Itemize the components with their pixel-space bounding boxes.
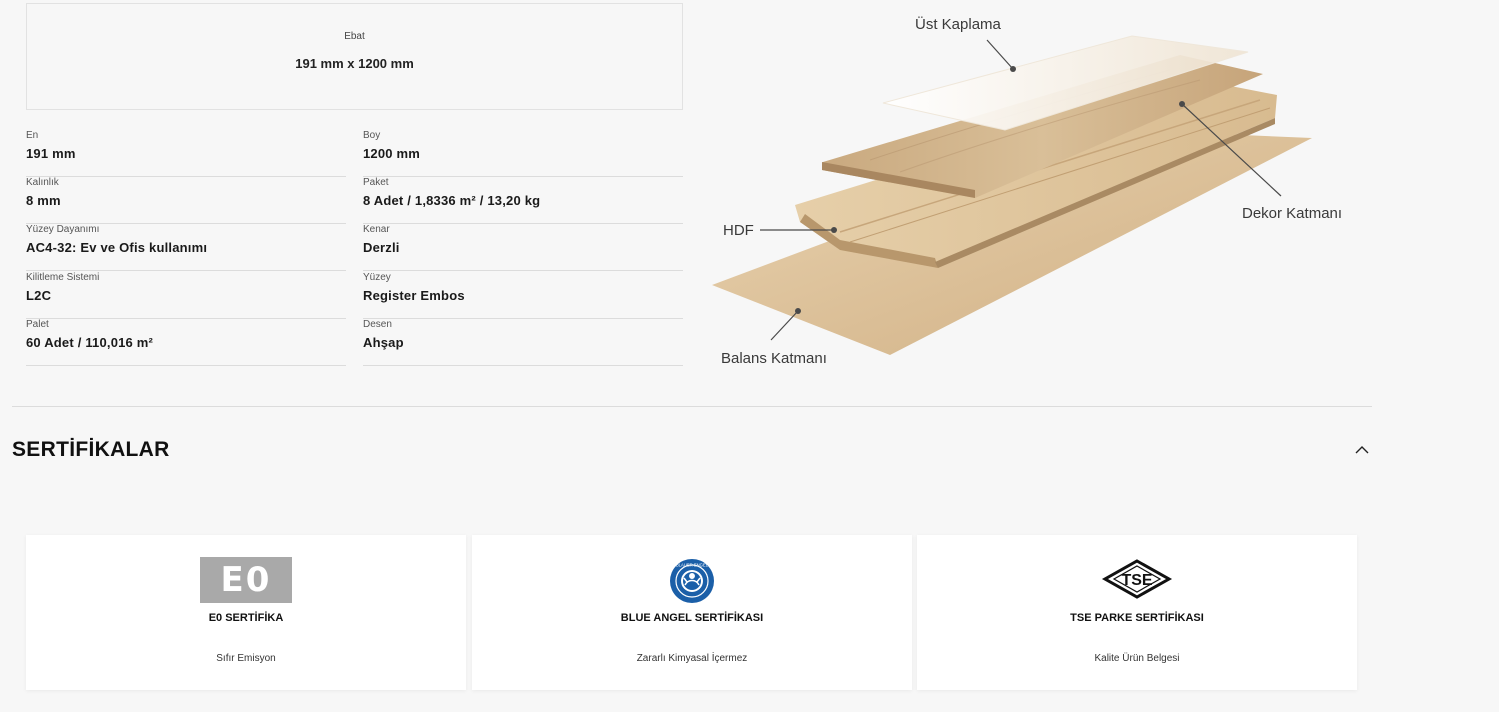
- spec-label: Kenar: [363, 224, 390, 235]
- chevron-up-icon[interactable]: [1354, 442, 1370, 458]
- spec-value: 8 Adet / 1,8336 m² / 13,20 kg: [363, 193, 541, 208]
- label-decor-layer: Dekor Katmanı: [1242, 205, 1342, 222]
- size-box: Ebat 191 mm x 1200 mm: [26, 3, 683, 110]
- spec-label: Paket: [363, 177, 389, 188]
- spec-pallet: Palet 60 Adet / 110,016 m²: [26, 319, 346, 366]
- size-label: Ebat: [344, 31, 365, 42]
- size-value: 191 mm x 1200 mm: [295, 56, 414, 71]
- spec-value: 60 Adet / 110,016 m²: [26, 335, 154, 350]
- spec-value: 191 mm: [26, 146, 76, 161]
- spec-value: 8 mm: [26, 193, 61, 208]
- section-divider: [12, 406, 1372, 407]
- spec-label: Kilitleme Sistemi: [26, 272, 100, 283]
- spec-value: Ahşap: [363, 335, 404, 350]
- spec-pattern: Desen Ahşap: [363, 319, 683, 366]
- svg-text:TSE: TSE: [1121, 572, 1152, 589]
- spec-surface-resistance: Yüzey Dayanımı AC4-32: Ev ve Ofis kullan…: [26, 224, 346, 271]
- spec-label: Kalınlık: [26, 177, 59, 188]
- spec-value: L2C: [26, 288, 52, 303]
- certificate-subtitle: Kalite Ürün Belgesi: [1094, 653, 1180, 664]
- certificate-card-e0: E0 E0 SERTİFİKA Sıfır Emisyon: [26, 535, 466, 690]
- spec-length: Boy 1200 mm: [363, 130, 683, 177]
- spec-locking-system: Kilitleme Sistemi L2C: [26, 272, 346, 319]
- spec-value: 1200 mm: [363, 146, 421, 161]
- certificates-title: SERTİFİKALAR: [12, 438, 170, 461]
- spec-label: Yüzey Dayanımı: [26, 224, 100, 235]
- blue-angel-logo: BLAUER ENGEL: [472, 557, 912, 605]
- svg-text:BLAUER ENGEL: BLAUER ENGEL: [676, 563, 709, 568]
- certificate-title: TSE PARKE SERTİFİKASI: [1070, 612, 1204, 624]
- spec-package: Paket 8 Adet / 1,8336 m² / 13,20 kg: [363, 177, 683, 224]
- spec-edge: Kenar Derzli: [363, 224, 683, 271]
- certificate-title: E0 SERTİFİKA: [208, 612, 284, 624]
- spec-value: Register Embos: [363, 288, 465, 303]
- floor-layer-diagram: Üst Kaplama Dekor Katmanı HDF Balans Kat…: [712, 15, 1342, 367]
- spec-value: Derzli: [363, 240, 400, 255]
- tse-logo: TSE: [917, 557, 1357, 605]
- certificate-subtitle: Sıfır Emisyon: [216, 653, 276, 664]
- spec-label: Boy: [363, 130, 381, 141]
- label-balance-layer: Balans Katmanı: [721, 350, 827, 367]
- spec-value: AC4-32: Ev ve Ofis kullanımı: [26, 240, 208, 255]
- spec-label: Palet: [26, 319, 49, 330]
- certificate-card-blue-angel: BLAUER ENGEL BLUE ANGEL SERTİFİKASI Zara…: [472, 535, 912, 690]
- spec-surface: Yüzey Register Embos: [363, 272, 683, 319]
- spec-width: En 191 mm: [26, 130, 346, 177]
- label-top-coating: Üst Kaplama: [915, 15, 1002, 33]
- spec-label: Yüzey: [363, 272, 391, 283]
- spec-label: Desen: [363, 319, 392, 330]
- label-hdf: HDF: [723, 222, 754, 239]
- spec-thickness: Kalınlık 8 mm: [26, 177, 346, 224]
- certificate-title: BLUE ANGEL SERTİFİKASI: [620, 612, 764, 624]
- e0-logo: E0: [26, 557, 466, 605]
- certificate-subtitle: Zararlı Kimyasal İçermez: [636, 653, 748, 664]
- certificate-card-tse: TSE TSE PARKE SERTİFİKASI Kalite Ürün Be…: [917, 535, 1357, 690]
- spec-label: En: [26, 130, 39, 141]
